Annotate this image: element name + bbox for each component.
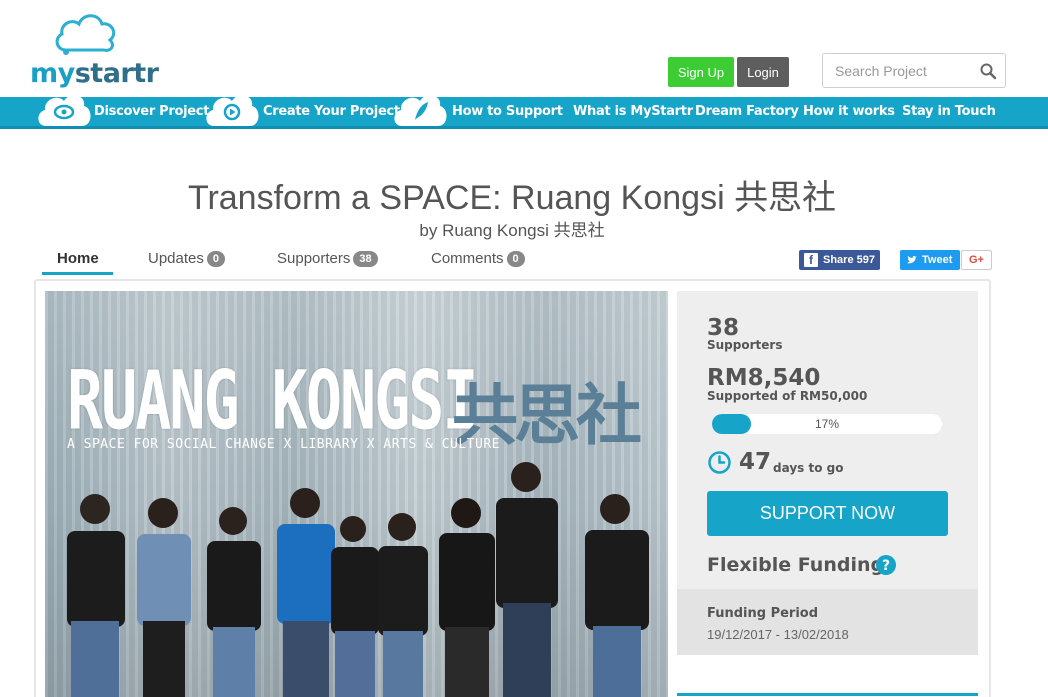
byline-prefix: by: [419, 221, 438, 240]
project-hero-image: RUANG KONGSI 共思社 A SPACE FOR SOCIAL CHAN…: [45, 291, 668, 697]
search-box: [822, 53, 1006, 88]
tab-supporters-label: Supporters: [277, 250, 351, 267]
updates-count-badge: 0: [206, 251, 225, 267]
tab-comments[interactable]: Comments 0: [431, 250, 525, 274]
panel-accent-line: [677, 693, 978, 696]
funding-period-dates: 19/12/2017 - 13/02/2018: [707, 627, 849, 642]
funding-progress-bar: 17%: [712, 414, 942, 434]
funding-stats-panel: 38 Supporters RM8,540 Supported of RM50,…: [677, 291, 978, 589]
person-figure: [331, 516, 379, 697]
person-figure: [439, 498, 495, 697]
login-button[interactable]: Login: [737, 57, 789, 87]
facebook-icon: f: [804, 253, 818, 267]
share-count: 597: [856, 254, 875, 266]
logo-text: mystartr: [30, 58, 159, 89]
comments-count-badge: 0: [506, 251, 525, 267]
funding-goal-label: Supported of RM50,000: [707, 389, 868, 403]
supporters-count-badge: 38: [353, 251, 378, 267]
funding-period-panel: Funding Period 19/12/2017 - 13/02/2018: [677, 589, 978, 655]
mystartr-logo[interactable]: mystartr: [30, 12, 159, 89]
question-help-icon[interactable]: ?: [876, 555, 896, 575]
amount-raised: RM8,540: [707, 365, 821, 391]
tweet-button[interactable]: Tweet: [900, 250, 960, 270]
project-byline: by Ruang Kongsi 共思社: [0, 216, 1024, 241]
person-figure: [207, 507, 261, 697]
twitter-icon: [907, 256, 917, 264]
facebook-share-button[interactable]: f Share 597: [799, 250, 880, 270]
person-figure: [585, 494, 649, 697]
play-icon: [206, 95, 259, 126]
feather-icon: [394, 95, 447, 126]
progress-percent: 17%: [814, 417, 840, 431]
eye-icon: [38, 95, 91, 126]
funding-period-label: Funding Period: [707, 606, 819, 621]
svg-text:?: ?: [882, 558, 890, 574]
page: mystartr Sign Up Login Discover Project …: [0, 0, 1048, 697]
creator-name[interactable]: Ruang Kongsi 共思社: [442, 221, 605, 240]
sign-up-button[interactable]: Sign Up: [668, 57, 734, 87]
nav-stay-in-touch[interactable]: Stay in Touch: [902, 97, 996, 127]
nav-discover-project[interactable]: Discover Project: [94, 97, 209, 127]
person-figure: [137, 498, 191, 697]
share-label: Share: [823, 254, 854, 266]
nav-how-it-works[interactable]: How it works: [803, 97, 895, 127]
main-nav: Discover Project Create Your Project How…: [0, 95, 1048, 129]
tab-supporters[interactable]: Supporters 38: [277, 250, 378, 274]
person-figure: [67, 494, 125, 697]
google-plus-button[interactable]: G+: [961, 250, 992, 270]
cloud-logo-icon: [55, 14, 116, 55]
nav-how-to-support[interactable]: How to Support: [452, 97, 563, 127]
group-photo-people: [67, 462, 649, 697]
search-input[interactable]: [823, 54, 973, 87]
tab-updates[interactable]: Updates 0: [148, 250, 225, 274]
supporters-label: Supporters: [707, 338, 783, 352]
funding-type: Flexible Funding: [707, 554, 885, 576]
support-now-button[interactable]: SUPPORT NOW: [707, 491, 948, 536]
person-figure: [378, 513, 428, 697]
nav-what-is-mystartr[interactable]: What is MyStartr: [573, 97, 693, 127]
person-figure: [277, 488, 335, 697]
person-figure: [496, 462, 558, 697]
search-icon[interactable]: [979, 62, 997, 80]
days-remaining: 47: [739, 449, 772, 475]
clock-icon: [708, 451, 731, 474]
tweet-label: Tweet: [922, 254, 953, 266]
tab-home-label: Home: [57, 250, 99, 267]
tab-comments-label: Comments: [431, 250, 504, 267]
tab-home[interactable]: Home: [42, 250, 113, 274]
nav-dream-factory[interactable]: Dream Factory: [695, 97, 799, 127]
days-to-go-label: days to go: [773, 461, 844, 475]
nav-create-project[interactable]: Create Your Project: [263, 97, 400, 127]
active-tab-indicator: [42, 272, 113, 275]
tab-updates-label: Updates: [148, 250, 204, 267]
project-title: Transform a SPACE: Ruang Kongsi 共思社: [187, 179, 837, 217]
